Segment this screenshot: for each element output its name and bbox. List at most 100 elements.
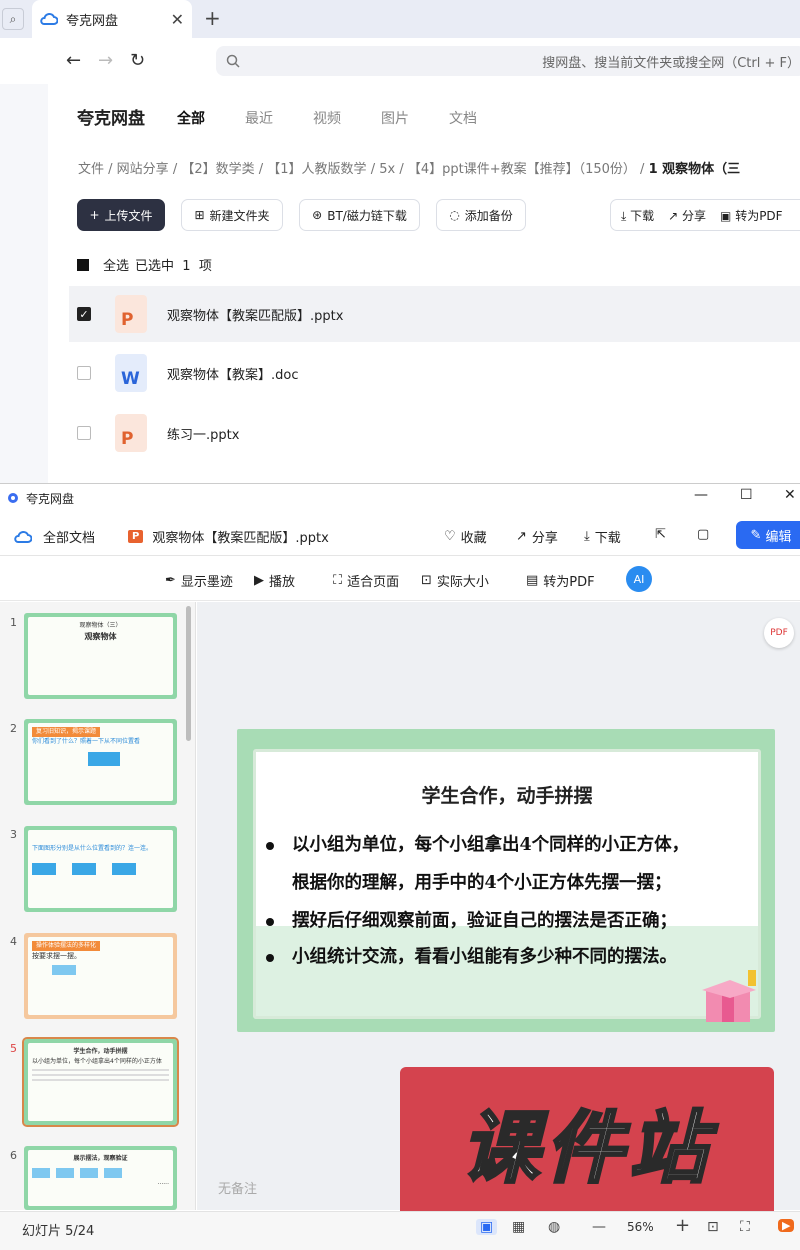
folder-plus-icon: ⊞ bbox=[194, 208, 205, 222]
show-ink-button[interactable]: ✒ 显示墨迹 bbox=[165, 571, 233, 590]
slide-thumbnail[interactable]: 展示摆法，观察验证...... bbox=[24, 1146, 177, 1210]
file-row[interactable]: P 练习一.pptx bbox=[69, 405, 800, 461]
share-button[interactable]: ↗ 分享 bbox=[668, 207, 706, 224]
download-button[interactable]: ⤓ 下载 bbox=[621, 207, 654, 224]
browser-tab[interactable]: 夸克网盘 ✕ bbox=[32, 0, 192, 38]
select-all-label[interactable]: 全选 bbox=[103, 255, 129, 274]
thumb-subtitle: 下面图形分别是从什么位置看到的？连一连。 bbox=[32, 844, 153, 852]
crumb-item[interactable]: 【2】数学类 bbox=[181, 162, 254, 177]
bullet-dot-icon bbox=[266, 953, 274, 962]
slide-note: 无备注 bbox=[218, 1182, 258, 1197]
file-row[interactable]: ✓ P 观察物体【教案匹配版】.pptx bbox=[69, 286, 800, 342]
convert-label: 转为PDF bbox=[735, 208, 783, 223]
new-tab-icon[interactable]: + bbox=[204, 6, 221, 30]
maximize-icon[interactable]: ☐ bbox=[740, 487, 753, 503]
slideshow-icon[interactable]: ▶ bbox=[778, 1219, 795, 1232]
crumb-item[interactable]: 文件 bbox=[78, 162, 104, 177]
thumbnail-scrollbar[interactable] bbox=[186, 606, 191, 741]
convert-pdf-float-icon[interactable]: PDF bbox=[764, 618, 794, 648]
left-strip bbox=[0, 84, 48, 484]
pdf-icon: ▤ bbox=[526, 573, 539, 588]
nav-all[interactable]: 全部 bbox=[177, 108, 205, 128]
bullet-dot-icon bbox=[266, 841, 274, 850]
add-backup-button[interactable]: ◌ 添加备份 bbox=[436, 199, 526, 231]
minimize-icon[interactable]: — bbox=[694, 487, 708, 503]
file-type-letter: P bbox=[121, 429, 134, 449]
file-checkbox[interactable] bbox=[77, 366, 91, 380]
new-folder-button[interactable]: ⊞ 新建文件夹 bbox=[181, 199, 283, 231]
all-docs-button[interactable]: 全部文档 bbox=[14, 527, 95, 546]
file-type-letter: W bbox=[121, 369, 140, 389]
close-tab-icon[interactable]: ✕ bbox=[171, 10, 184, 29]
viewer-toolbar bbox=[0, 514, 800, 556]
heart-icon: ♡ bbox=[444, 529, 456, 544]
cubes-image bbox=[32, 1167, 169, 1178]
globe-icon[interactable]: ◍ bbox=[548, 1219, 560, 1235]
slide-thumbnail[interactable]: 操作体验摆法的多样化 按要求摆一摆。 bbox=[24, 933, 177, 1019]
convert-pdf-button[interactable]: ▣ 转为PDF bbox=[720, 207, 783, 224]
pen-icon: ✎ bbox=[750, 527, 762, 543]
selected-unit: 项 bbox=[198, 259, 212, 274]
file-name[interactable]: 观察物体【教案匹配版】.pptx bbox=[167, 305, 343, 324]
thumb-number: 4 bbox=[10, 935, 17, 948]
nav-recent[interactable]: 最近 bbox=[245, 108, 273, 128]
viewer-share-button[interactable]: ↗ 分享 bbox=[516, 527, 558, 546]
fullscreen-icon[interactable]: ⛶ bbox=[740, 1219, 750, 1235]
edit-button[interactable]: ✎ 编辑 bbox=[736, 521, 800, 549]
crumb-item[interactable]: 5x bbox=[379, 162, 395, 177]
tab-search-icon[interactable]: ⌕ bbox=[2, 8, 24, 30]
zoom-in-icon[interactable]: + bbox=[675, 1215, 690, 1236]
ai-button[interactable]: AI bbox=[626, 566, 652, 592]
back-icon[interactable]: ← bbox=[66, 50, 81, 71]
crumb-current: 1 观察物体（三 bbox=[648, 162, 741, 177]
thumb-title: 学生合作，动手拼摆 bbox=[73, 1048, 128, 1055]
thumb-subtitle: 以小组为单位，每个小组拿出4个同样的小正方体 bbox=[32, 1057, 162, 1065]
download-label: 下载 bbox=[594, 531, 621, 546]
to-pdf-button[interactable]: ▤ 转为PDF bbox=[526, 571, 595, 590]
forward-icon[interactable]: → bbox=[98, 50, 113, 71]
file-type-letter: P bbox=[121, 310, 134, 330]
thumb-number: 5 bbox=[10, 1042, 17, 1055]
grid-view-icon[interactable]: ▦ bbox=[512, 1219, 525, 1235]
actual-size-button[interactable]: ⊡ 实际大小 bbox=[421, 571, 489, 590]
slide-thumbnail[interactable]: 下面图形分别是从什么位置看到的？连一连。 bbox=[24, 826, 177, 912]
zoom-out-icon[interactable]: — bbox=[592, 1219, 606, 1235]
reload-icon[interactable]: ↻ bbox=[130, 50, 145, 71]
nav-video[interactable]: 视频 bbox=[313, 108, 341, 128]
fit-screen-icon[interactable]: ⊡ bbox=[707, 1219, 719, 1235]
select-all-checkbox[interactable] bbox=[77, 258, 89, 271]
file-name[interactable]: 观察物体【教案】.doc bbox=[167, 364, 299, 383]
address-bar[interactable]: 搜网盘、搜当前文件夹或搜全网（Ctrl + F） bbox=[216, 46, 800, 76]
upload-button[interactable]: + 上传文件 bbox=[77, 199, 165, 231]
file-checkbox[interactable] bbox=[77, 426, 91, 440]
crumb-item[interactable]: 【4】ppt课件+教案【推荐】（150份） bbox=[408, 162, 636, 177]
watermark-text: 课件站 bbox=[459, 1103, 713, 1196]
feedback-icon[interactable]: ▢ bbox=[697, 527, 709, 542]
file-name[interactable]: 练习一.pptx bbox=[167, 424, 239, 443]
crumb-item[interactable]: 网站分享 bbox=[117, 162, 169, 177]
reading-mode-icon[interactable]: ▣ bbox=[476, 1219, 498, 1235]
slide-thumbnail[interactable]: 观察物体（三） 观察物体 bbox=[24, 613, 177, 699]
nav-docs[interactable]: 文档 bbox=[449, 108, 477, 128]
viewer-download-button[interactable]: ⤓ 下载 bbox=[584, 527, 621, 546]
edit-label: 编辑 bbox=[765, 529, 792, 545]
favorite-button[interactable]: ♡ 收藏 bbox=[444, 527, 487, 546]
thumb-more: ...... bbox=[157, 1178, 169, 1186]
fit-page-button[interactable]: ⛶ 适合页面 bbox=[333, 571, 399, 590]
play-button[interactable]: ▶ 播放 bbox=[254, 571, 295, 590]
thumb-number: 1 bbox=[10, 616, 17, 629]
crumb-item[interactable]: 【1】人教版数学 bbox=[267, 162, 366, 177]
open-external-icon[interactable]: ⇱ bbox=[655, 527, 666, 542]
slide-bullet: 摆好后仔细观察前面，验证自己的摆法是否正确； bbox=[266, 907, 677, 932]
slide-thumbnail[interactable]: 复习旧知识，揭示课题 你们看到了什么？照着一下从不同位置看 bbox=[24, 719, 177, 805]
file-row[interactable]: W 观察物体【教案】.doc bbox=[69, 345, 800, 401]
bt-download-button[interactable]: ⊛ BT/磁力链下载 bbox=[299, 199, 420, 231]
selection-row: 全选 已选中 1 项 bbox=[77, 255, 212, 274]
thumb-subtitle: 观察物体（三） bbox=[79, 622, 122, 629]
file-checkbox[interactable]: ✓ bbox=[77, 307, 91, 321]
nav-images[interactable]: 图片 bbox=[381, 108, 409, 128]
doc-name: 观察物体【教案匹配版】.pptx bbox=[152, 531, 329, 546]
slide-thumbnail-current[interactable]: 学生合作，动手拼摆以小组为单位，每个小组拿出4个同样的小正方体 bbox=[22, 1037, 179, 1127]
close-window-icon[interactable]: ✕ bbox=[784, 487, 796, 503]
bullet-dot-icon bbox=[266, 917, 274, 926]
